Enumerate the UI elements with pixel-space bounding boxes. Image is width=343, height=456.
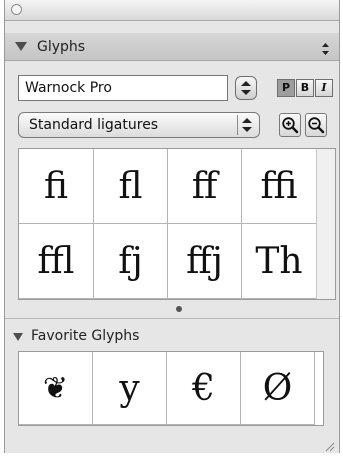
favorite-glyph-cell[interactable]: €	[167, 352, 241, 425]
font-family-field[interactable]: Warnock Pro	[18, 75, 228, 101]
disclosure-triangle-icon[interactable]	[15, 42, 27, 51]
panel-header[interactable]: Glyphs	[5, 33, 339, 61]
close-button[interactable]	[11, 4, 22, 15]
title-bar[interactable]	[5, 0, 339, 21]
glyph-cell[interactable]: Th	[242, 224, 317, 299]
glyph-grid: ﬁ ﬂ ﬀ ﬃ ﬄ fj ffj Th	[18, 148, 336, 300]
favorites-title: Favorite Glyphs	[31, 328, 140, 344]
font-family-value: Warnock Pro	[25, 80, 112, 96]
section-divider	[5, 318, 339, 319]
zoom-out-button[interactable]	[305, 113, 327, 137]
favorites-grid: ❦ y € Ø	[18, 351, 324, 426]
glyph-cell[interactable]: ﬀ	[168, 149, 242, 224]
resize-grip-icon[interactable]	[323, 437, 335, 452]
style-button-bold[interactable]: B	[296, 79, 314, 97]
glyph-cell[interactable]: ﬄ	[19, 224, 94, 299]
favorites-header[interactable]: Favorite Glyphs	[5, 322, 339, 350]
font-family-stepper[interactable]	[235, 76, 257, 100]
glyph-grid-scrollbar[interactable]	[316, 149, 335, 299]
zoom-in-icon	[282, 117, 299, 134]
feature-popup[interactable]: Standard ligatures	[18, 112, 260, 138]
popup-arrows-icon	[237, 115, 256, 135]
favorite-glyph-cell[interactable]: y	[93, 352, 167, 425]
split-handle[interactable]	[176, 306, 182, 312]
zoom-in-button[interactable]	[279, 113, 301, 137]
style-button-italic[interactable]: I	[315, 79, 333, 97]
panel-menu-icon[interactable]	[322, 40, 329, 55]
style-button-plain[interactable]: P	[277, 79, 295, 97]
glyph-cell[interactable]: ﬁ	[19, 149, 94, 224]
up-down-arrows-icon	[241, 81, 251, 95]
glyphs-panel: Glyphs Warnock Pro P B I Standard ligatu…	[4, 0, 340, 453]
favorite-glyph-cell[interactable]: ❦	[19, 352, 93, 425]
glyph-cell[interactable]: ﬂ	[94, 149, 168, 224]
panel-title: Glyphs	[37, 39, 86, 55]
disclosure-triangle-icon[interactable]	[13, 333, 23, 341]
glyph-cell[interactable]: ffj	[168, 224, 242, 299]
zoom-out-icon	[308, 117, 325, 134]
glyph-cell[interactable]: ﬃ	[242, 149, 317, 224]
favorite-glyph-cell[interactable]: Ø	[241, 352, 315, 425]
feature-popup-value: Standard ligatures	[29, 117, 159, 133]
glyph-cell[interactable]: fj	[94, 224, 168, 299]
